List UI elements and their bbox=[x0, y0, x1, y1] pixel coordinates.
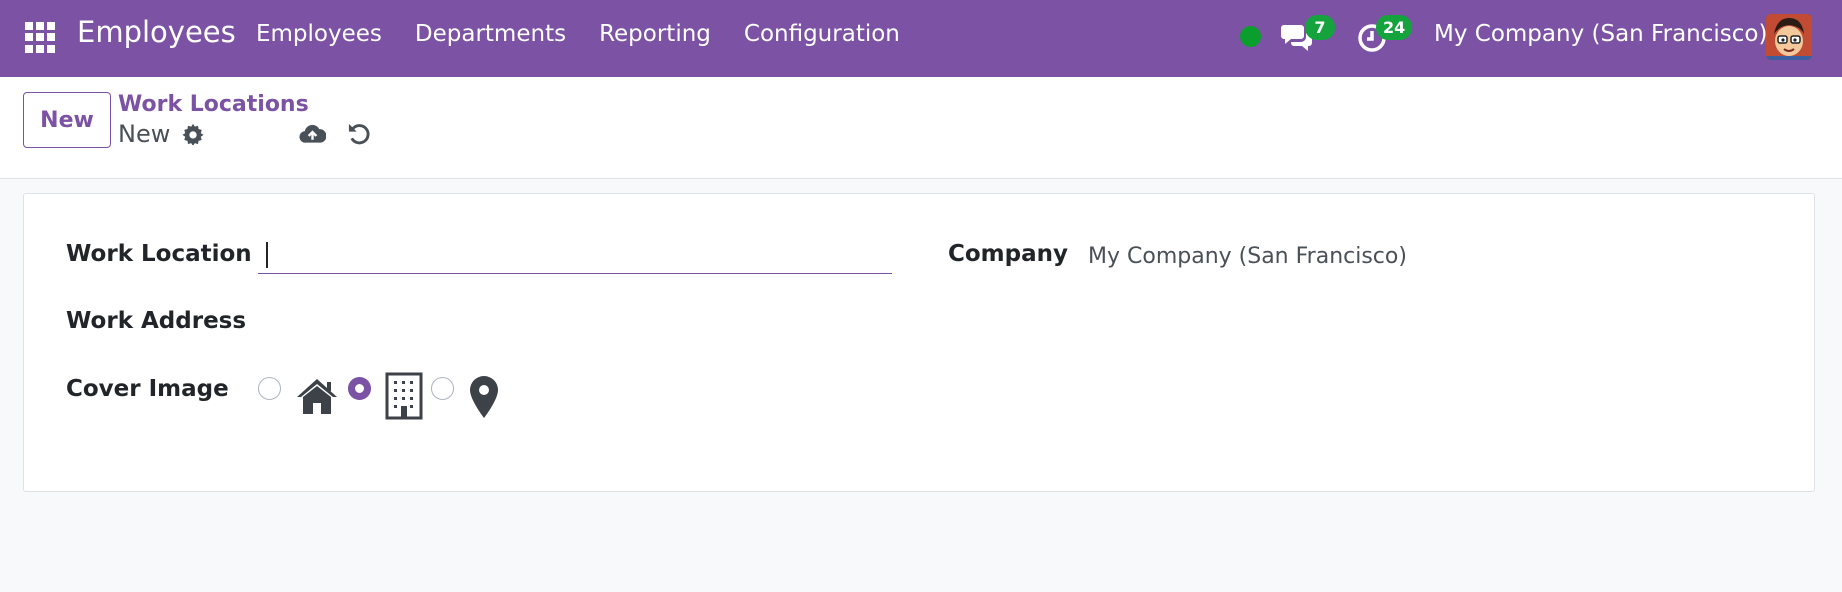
menu-employees[interactable]: Employees bbox=[256, 21, 382, 47]
gear-icon[interactable] bbox=[182, 123, 204, 145]
work-location-input[interactable] bbox=[258, 234, 892, 274]
cloud-upload-icon[interactable] bbox=[299, 122, 326, 146]
user-avatar[interactable] bbox=[1766, 14, 1812, 60]
menu-configuration[interactable]: Configuration bbox=[744, 21, 900, 47]
cover-image-label: Cover Image bbox=[66, 376, 229, 402]
messages-count-badge: 7 bbox=[1305, 15, 1335, 40]
work-address-label: Work Address bbox=[66, 308, 247, 334]
building-icon[interactable] bbox=[385, 372, 423, 420]
app-title[interactable]: Employees bbox=[77, 15, 236, 49]
control-panel: New Work Locations New bbox=[0, 77, 1842, 179]
form-sheet: Work Location Work Address Cover Image C… bbox=[23, 193, 1815, 492]
record-title: New bbox=[118, 120, 171, 148]
cover-image-radio-pin[interactable] bbox=[431, 377, 454, 400]
menu-reporting[interactable]: Reporting bbox=[599, 21, 711, 47]
cover-image-radio-building[interactable] bbox=[348, 377, 371, 400]
map-pin-icon[interactable] bbox=[467, 374, 501, 420]
company-field[interactable]: My Company (San Francisco) bbox=[1088, 244, 1407, 269]
new-button[interactable]: New bbox=[23, 92, 111, 148]
home-icon[interactable] bbox=[295, 376, 339, 416]
company-switcher[interactable]: My Company (San Francisco) bbox=[1434, 21, 1767, 47]
presence-status-icon bbox=[1240, 26, 1261, 47]
activities-count-badge: 24 bbox=[1376, 15, 1413, 40]
undo-icon[interactable] bbox=[347, 121, 372, 146]
text-cursor bbox=[266, 242, 268, 268]
apps-menu-icon[interactable] bbox=[25, 22, 56, 53]
menu-departments[interactable]: Departments bbox=[415, 21, 566, 47]
work-location-label: Work Location bbox=[66, 241, 252, 267]
main-menu: Employees Departments Reporting Configur… bbox=[256, 21, 900, 47]
top-navbar: Employees Employees Departments Reportin… bbox=[0, 0, 1842, 77]
company-label: Company bbox=[948, 241, 1068, 267]
breadcrumb-work-locations[interactable]: Work Locations bbox=[118, 92, 309, 117]
cover-image-radio-home[interactable] bbox=[258, 377, 281, 400]
